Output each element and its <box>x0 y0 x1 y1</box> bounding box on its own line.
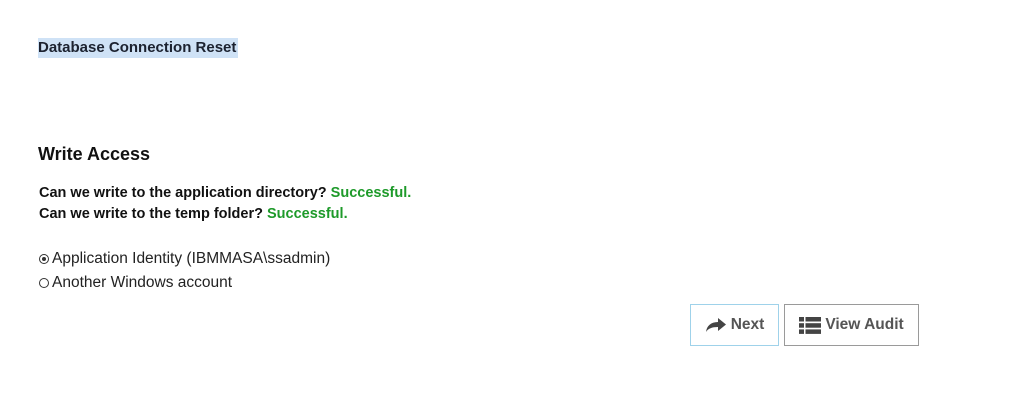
radio-label[interactable]: Another Windows account <box>52 274 232 292</box>
check-result: Successful. <box>330 185 412 201</box>
page-title: Database Connection Reset <box>38 38 239 58</box>
next-button[interactable]: Next <box>690 304 779 346</box>
list-icon <box>799 316 822 334</box>
radio-button[interactable] <box>39 278 49 288</box>
view-audit-label[interactable]: View Audit <box>825 316 903 334</box>
check-question: Can we write to the temp folder? <box>39 206 263 222</box>
radio-application-identity[interactable]: Application Identity (IBMMASA\ssadmin) <box>39 250 330 268</box>
write-access-heading: Write Access <box>38 144 151 164</box>
check-result: Successful. <box>267 206 348 222</box>
radio-label[interactable]: Application Identity (IBMMASA\ssadmin) <box>52 250 330 268</box>
check-app-directory: Can we write to the application director… <box>39 185 411 201</box>
check-question: Can we write to the application director… <box>39 185 327 201</box>
view-audit-button[interactable]: View Audit <box>784 304 919 346</box>
radio-another-windows-account[interactable]: Another Windows account <box>39 274 232 292</box>
radio-button-selected[interactable] <box>39 254 49 264</box>
share-arrow-icon <box>705 317 727 333</box>
check-temp-folder: Can we write to the temp folder? Success… <box>39 206 348 222</box>
next-label[interactable]: Next <box>731 316 765 334</box>
